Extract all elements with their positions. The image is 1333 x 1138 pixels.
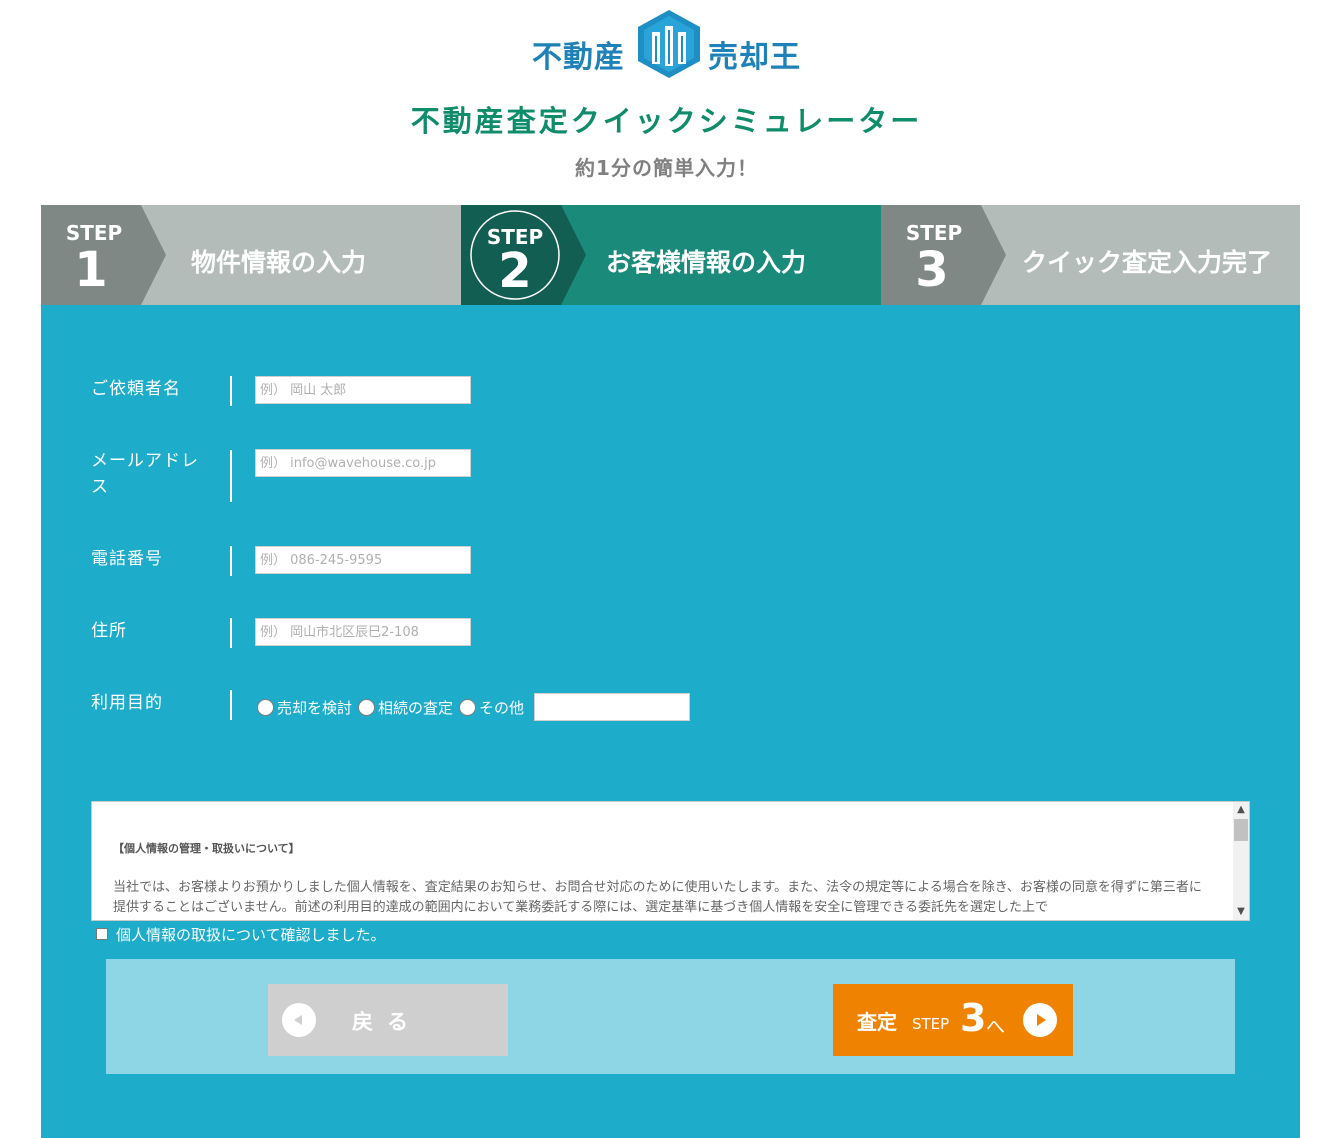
- scroll-down-arrow-icon[interactable]: ▼: [1233, 904, 1249, 920]
- purpose-radio-group: 売却を検討 相続の査定 その他: [257, 692, 691, 722]
- step-3: STEP 3 クイック査定入力完了: [881, 205, 1300, 305]
- site-logo[interactable]: 不動産 売却王: [532, 10, 812, 78]
- step-2-text: お客様情報の入力: [606, 248, 807, 277]
- email-label: メールアドレス: [91, 451, 199, 497]
- scroll-up-arrow-icon[interactable]: ▲: [1233, 802, 1249, 818]
- back-arrow-icon: [282, 1003, 316, 1037]
- next-button-prefix: 査定: [857, 1010, 897, 1034]
- customer-info-form: ご依頼者名 メールアドレス 電話番号 住所 利用目的 売却を検討 相続の査定 そ…: [41, 305, 1300, 1138]
- step-3-number: 3: [915, 242, 949, 298]
- building-logo-icon: [638, 10, 700, 78]
- name-input[interactable]: [255, 376, 471, 404]
- address-label: 住所: [91, 621, 127, 641]
- purpose-radio-inheritance-label[interactable]: 相続の査定: [378, 697, 453, 718]
- step-2: STEP 2 お客様情報の入力: [461, 205, 881, 305]
- step-3-text: クイック査定入力完了: [1022, 248, 1273, 277]
- privacy-agree-label[interactable]: 個人情報の取扱について確認しました。: [116, 924, 386, 945]
- purpose-radio-sale-label[interactable]: 売却を検討: [277, 697, 352, 718]
- logo-text-right: 売却王: [708, 40, 801, 75]
- next-button-suffix: へ: [986, 1016, 1006, 1038]
- address-input[interactable]: [255, 618, 471, 646]
- navigation-button-panel: 戻る 査定 STEP 3 へ: [106, 959, 1235, 1074]
- scroll-thumb[interactable]: [1234, 819, 1248, 841]
- step-2-number: 2: [498, 243, 532, 299]
- logo-text-left: 不動産: [532, 40, 625, 75]
- name-divider: [230, 376, 232, 406]
- back-button-label: 戻る: [352, 1010, 422, 1034]
- next-button-step-number: 3: [960, 996, 987, 1040]
- privacy-policy-content: 【個人情報の管理・取扱いについて】 当社では、お客様よりお預かりしました個人情報…: [113, 840, 1213, 918]
- phone-label: 電話番号: [91, 549, 163, 569]
- page-title: 不動産査定クイックシミュレーター: [410, 104, 923, 138]
- privacy-policy-scrollbar[interactable]: ▲ ▼: [1233, 802, 1249, 920]
- purpose-radio-other[interactable]: [459, 698, 477, 716]
- purpose-other-input[interactable]: [534, 693, 691, 721]
- phone-input[interactable]: [255, 546, 471, 574]
- step-1: STEP 1 物件情報の入力: [41, 205, 461, 305]
- privacy-policy-body: 当社では、お客様よりお預かりしました個人情報を、査定結果のお知らせ、お問合せ対応…: [113, 880, 1202, 915]
- purpose-radio-inheritance[interactable]: [358, 698, 376, 716]
- email-divider: [230, 450, 232, 502]
- purpose-divider: [230, 690, 232, 720]
- phone-divider: [230, 546, 232, 576]
- page-subtitle: 約1分の簡単入力！: [575, 156, 758, 180]
- name-label: ご依頼者名: [91, 379, 181, 399]
- privacy-policy-textarea[interactable]: 【個人情報の管理・取扱いについて】 当社では、お客様よりお預かりしました個人情報…: [91, 801, 1250, 921]
- address-divider: [230, 618, 232, 648]
- next-step-button[interactable]: 査定 STEP 3 へ: [833, 984, 1073, 1056]
- next-arrow-icon: [1023, 1003, 1057, 1037]
- purpose-radio-other-label[interactable]: その他: [479, 697, 524, 718]
- back-button[interactable]: 戻る: [268, 984, 508, 1056]
- next-button-step-label: STEP: [912, 1015, 950, 1033]
- step-1-text: 物件情報の入力: [191, 248, 367, 277]
- privacy-policy-title: 【個人情報の管理・取扱いについて】: [113, 842, 300, 855]
- step-1-number: 1: [74, 242, 108, 298]
- email-input[interactable]: [255, 449, 471, 477]
- purpose-radio-sale[interactable]: [257, 698, 274, 716]
- privacy-agree-row: 個人情報の取扱について確認しました。: [96, 923, 386, 945]
- step-progress-bar: STEP 1 物件情報の入力 STEP 2 お客様情報の入力 STEP 3 クイ…: [41, 205, 1300, 305]
- privacy-agree-checkbox[interactable]: [96, 928, 108, 940]
- purpose-label: 利用目的: [91, 693, 163, 713]
